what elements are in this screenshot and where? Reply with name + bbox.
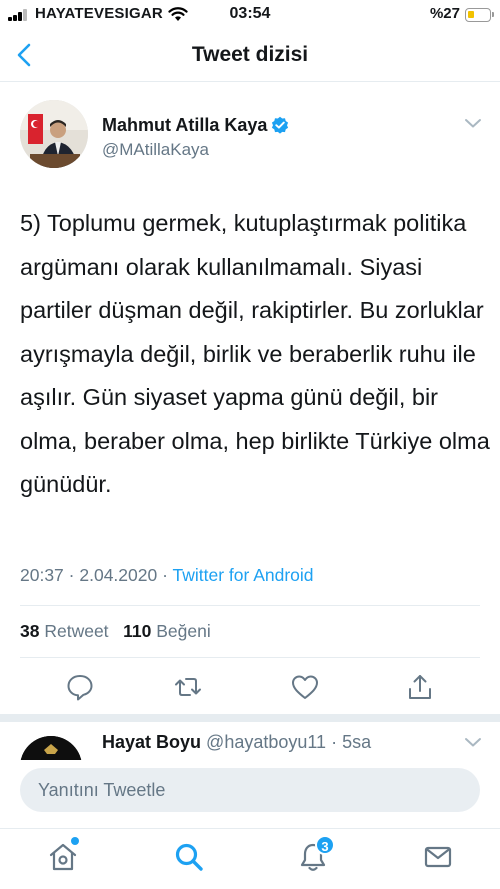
tweet-actions [0,672,500,702]
tab-notifications[interactable]: 3 [297,835,335,873]
reply-author-name: Hayat Boyu [102,732,202,752]
share-icon [409,675,431,699]
retweet-icon [175,678,201,696]
chevron-down-icon[interactable] [464,736,482,748]
reply-button[interactable] [65,672,95,702]
meta-separator: · [68,565,75,585]
reply-author-handle: @hayatboyu11 · 5sa [206,732,372,752]
battery-icon [465,8,494,22]
tweet-stats: 38 Retweet 110 Beğeni [20,621,211,642]
notification-badge: 3 [315,835,335,855]
likes-stat[interactable]: 110 Beğeni [123,621,211,641]
verified-badge-icon [272,116,289,134]
heart-icon [292,675,318,699]
tweet-source-link[interactable]: Twitter for Android [172,565,313,585]
tab-bar: 3 [0,828,500,889]
like-count: 110 [123,621,152,641]
like-button[interactable] [290,672,320,702]
retweet-button[interactable] [173,672,203,702]
reply-author-row: Hayat Boyu @hayatboyu11 · 5sa [102,732,371,753]
chevron-down-icon[interactable] [464,117,482,129]
like-label: Beğeni [156,621,211,641]
tab-home[interactable] [47,837,79,873]
retweets-stat[interactable]: 38 Retweet [20,621,109,641]
reply-icon [67,675,93,701]
tab-messages[interactable] [422,841,454,873]
tweet-text: 5) Toplumu germek, kutuplaştırmak politi… [20,210,490,497]
divider [20,657,480,658]
meta-separator: · [162,565,168,585]
tweet-time: 20:37 [20,565,64,585]
reply-input[interactable]: Yanıtını Tweetle [20,768,480,812]
section-divider [0,714,500,722]
mail-icon [424,846,452,868]
clock: 03:54 [229,5,271,22]
author-name-row[interactable]: Mahmut Atilla Kaya [102,115,289,136]
tweet-meta: 20:37 · 2.04.2020 · Twitter for Android [20,565,314,586]
status-bar: HAYATEVESIGAR 03:54 %27 [0,0,500,30]
author-name: Mahmut Atilla Kaya [102,115,268,135]
tweet-date: 2.04.2020 [79,565,158,585]
tweet-author: Mahmut Atilla Kaya @MAtillaKaya [0,95,500,175]
new-content-dot [71,837,79,845]
page-title: Tweet dizisi [191,43,309,66]
home-icon [49,843,77,871]
share-button[interactable] [405,672,435,702]
tab-search[interactable] [173,841,205,873]
author-handle[interactable]: @MAtillaKaya [102,140,209,160]
search-icon [175,843,203,871]
battery-percentage: %27 [429,5,460,22]
retweet-count: 38 [20,621,40,641]
divider [20,605,480,606]
retweet-label: Retweet [44,621,109,641]
profile-photo [20,100,88,168]
reply-composer-bar: Yanıtını Tweetle [0,760,500,820]
avatar[interactable] [20,100,88,168]
navigation-bar: Tweet dizisi [0,30,500,82]
